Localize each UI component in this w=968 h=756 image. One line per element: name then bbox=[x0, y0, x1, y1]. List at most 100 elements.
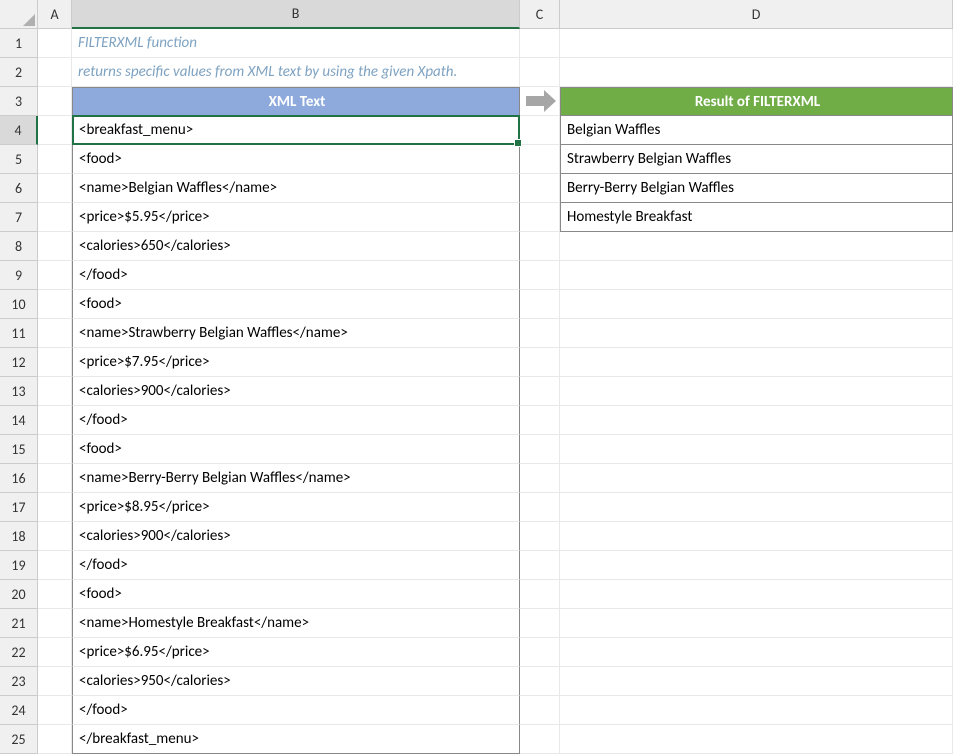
cell-A24[interactable] bbox=[38, 696, 72, 725]
cell-D23[interactable] bbox=[560, 667, 953, 696]
row-header-18[interactable]: 18 bbox=[0, 522, 38, 551]
cell-D4[interactable]: Belgian Waffles bbox=[560, 116, 953, 145]
cell-A16[interactable] bbox=[38, 464, 72, 493]
cell-A21[interactable] bbox=[38, 609, 72, 638]
cell-B2[interactable]: returns specific values from XML text by… bbox=[72, 58, 520, 87]
cell-D21[interactable] bbox=[560, 609, 953, 638]
cell-D19[interactable] bbox=[560, 551, 953, 580]
cell-B16[interactable]: <name>Berry-Berry Belgian Waffles</name> bbox=[72, 464, 520, 493]
cell-D3-result-header[interactable]: Result of FILTERXML bbox=[560, 87, 953, 116]
cell-B4[interactable]: <breakfast_menu> bbox=[72, 116, 520, 145]
cell-B15[interactable]: <food> bbox=[72, 435, 520, 464]
cell-B23[interactable]: <calories>950</calories> bbox=[72, 667, 520, 696]
row-header-15[interactable]: 15 bbox=[0, 435, 38, 464]
cell-A10[interactable] bbox=[38, 290, 72, 319]
cell-D16[interactable] bbox=[560, 464, 953, 493]
row-header-11[interactable]: 11 bbox=[0, 319, 38, 348]
row-header-8[interactable]: 8 bbox=[0, 232, 38, 261]
cell-D7[interactable]: Homestyle Breakfast bbox=[560, 203, 953, 232]
cell-D24[interactable] bbox=[560, 696, 953, 725]
cell-C18[interactable] bbox=[520, 522, 560, 551]
cell-A12[interactable] bbox=[38, 348, 72, 377]
cell-B10[interactable]: <food> bbox=[72, 290, 520, 319]
cell-A20[interactable] bbox=[38, 580, 72, 609]
cell-C13[interactable] bbox=[520, 377, 560, 406]
cell-A15[interactable] bbox=[38, 435, 72, 464]
cell-A17[interactable] bbox=[38, 493, 72, 522]
cell-A6[interactable] bbox=[38, 174, 72, 203]
col-header-C[interactable]: C bbox=[520, 0, 560, 29]
row-header-20[interactable]: 20 bbox=[0, 580, 38, 609]
cell-D9[interactable] bbox=[560, 261, 953, 290]
cell-B14[interactable]: </food> bbox=[72, 406, 520, 435]
cell-D25[interactable] bbox=[560, 725, 953, 754]
cell-C14[interactable] bbox=[520, 406, 560, 435]
cell-C25[interactable] bbox=[520, 725, 560, 754]
cell-C10[interactable] bbox=[520, 290, 560, 319]
cell-D22[interactable] bbox=[560, 638, 953, 667]
cell-B17[interactable]: <price>$8.95</price> bbox=[72, 493, 520, 522]
cell-A8[interactable] bbox=[38, 232, 72, 261]
cell-D8[interactable] bbox=[560, 232, 953, 261]
row-header-3[interactable]: 3 bbox=[0, 87, 38, 116]
col-header-A[interactable]: A bbox=[38, 0, 72, 29]
row-header-5[interactable]: 5 bbox=[0, 145, 38, 174]
cell-C11[interactable] bbox=[520, 319, 560, 348]
row-header-2[interactable]: 2 bbox=[0, 58, 38, 87]
cell-D14[interactable] bbox=[560, 406, 953, 435]
cell-C2[interactable] bbox=[520, 58, 560, 87]
cell-C15[interactable] bbox=[520, 435, 560, 464]
cell-C16[interactable] bbox=[520, 464, 560, 493]
row-header-17[interactable]: 17 bbox=[0, 493, 38, 522]
cell-D13[interactable] bbox=[560, 377, 953, 406]
cell-B19[interactable]: </food> bbox=[72, 551, 520, 580]
cell-B22[interactable]: <price>$6.95</price> bbox=[72, 638, 520, 667]
cell-D12[interactable] bbox=[560, 348, 953, 377]
row-header-12[interactable]: 12 bbox=[0, 348, 38, 377]
cell-B9[interactable]: </food> bbox=[72, 261, 520, 290]
cell-D20[interactable] bbox=[560, 580, 953, 609]
row-header-14[interactable]: 14 bbox=[0, 406, 38, 435]
row-header-23[interactable]: 23 bbox=[0, 667, 38, 696]
row-header-25[interactable]: 25 bbox=[0, 725, 38, 754]
cell-A22[interactable] bbox=[38, 638, 72, 667]
row-header-9[interactable]: 9 bbox=[0, 261, 38, 290]
cell-A5[interactable] bbox=[38, 145, 72, 174]
cell-D11[interactable] bbox=[560, 319, 953, 348]
cell-C19[interactable] bbox=[520, 551, 560, 580]
cell-A3[interactable] bbox=[38, 87, 72, 116]
row-header-22[interactable]: 22 bbox=[0, 638, 38, 667]
cell-B13[interactable]: <calories>900</calories> bbox=[72, 377, 520, 406]
cell-D18[interactable] bbox=[560, 522, 953, 551]
cell-B20[interactable]: <food> bbox=[72, 580, 520, 609]
cell-B12[interactable]: <price>$7.95</price> bbox=[72, 348, 520, 377]
cell-D6[interactable]: Berry-Berry Belgian Waffles bbox=[560, 174, 953, 203]
cell-C24[interactable] bbox=[520, 696, 560, 725]
cell-B18[interactable]: <calories>900</calories> bbox=[72, 522, 520, 551]
cell-C22[interactable] bbox=[520, 638, 560, 667]
cell-A18[interactable] bbox=[38, 522, 72, 551]
cell-D15[interactable] bbox=[560, 435, 953, 464]
cell-D2[interactable] bbox=[560, 58, 953, 87]
col-header-D[interactable]: D bbox=[560, 0, 953, 29]
cell-C3-arrow[interactable] bbox=[520, 87, 560, 116]
row-header-4[interactable]: 4 bbox=[0, 116, 38, 145]
row-header-6[interactable]: 6 bbox=[0, 174, 38, 203]
cell-B3-xml-header[interactable]: XML Text bbox=[72, 87, 520, 116]
cell-D5[interactable]: Strawberry Belgian Waffles bbox=[560, 145, 953, 174]
cell-D1[interactable] bbox=[560, 29, 953, 58]
cell-A25[interactable] bbox=[38, 725, 72, 754]
cell-A13[interactable] bbox=[38, 377, 72, 406]
cell-A23[interactable] bbox=[38, 667, 72, 696]
cell-C8[interactable] bbox=[520, 232, 560, 261]
cell-A11[interactable] bbox=[38, 319, 72, 348]
cell-A9[interactable] bbox=[38, 261, 72, 290]
cell-A19[interactable] bbox=[38, 551, 72, 580]
row-header-19[interactable]: 19 bbox=[0, 551, 38, 580]
cell-B11[interactable]: <name>Strawberry Belgian Waffles</name> bbox=[72, 319, 520, 348]
cell-A1[interactable] bbox=[38, 29, 72, 58]
cell-C4[interactable] bbox=[520, 116, 560, 145]
cell-D10[interactable] bbox=[560, 290, 953, 319]
row-header-16[interactable]: 16 bbox=[0, 464, 38, 493]
row-header-7[interactable]: 7 bbox=[0, 203, 38, 232]
